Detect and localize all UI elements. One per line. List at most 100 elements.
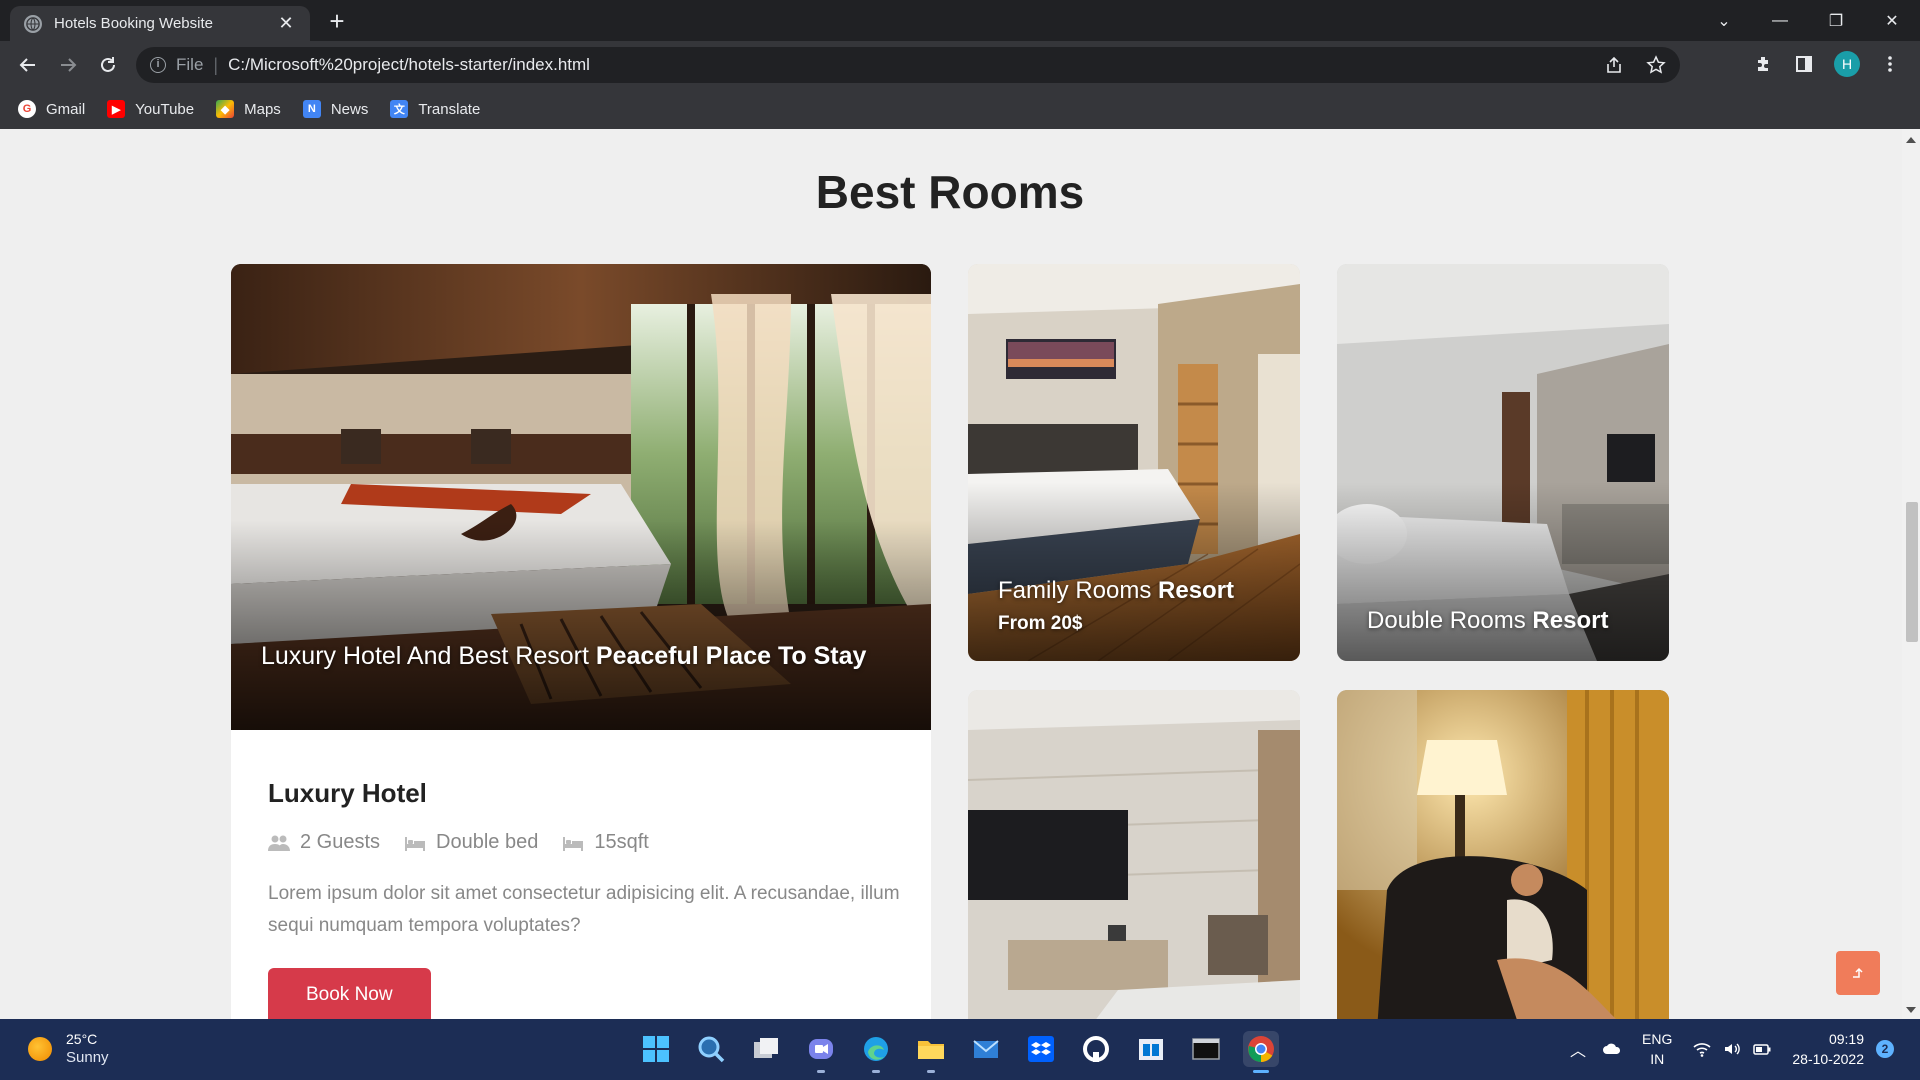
- book-now-button[interactable]: Book Now: [268, 968, 431, 1019]
- minimize-button[interactable]: —: [1752, 12, 1808, 30]
- bookmark-maps[interactable]: ◆ Maps: [216, 100, 281, 118]
- size-label: 15sqft: [594, 831, 649, 853]
- share-icon[interactable]: [1604, 55, 1624, 75]
- search-button[interactable]: [693, 1031, 729, 1067]
- mail-icon: [973, 1040, 999, 1058]
- notification-badge[interactable]: 2: [1876, 1040, 1894, 1058]
- double-rooms-caption: Double Rooms Resort: [1367, 607, 1608, 635]
- show-hidden-icons-icon[interactable]: ︿: [1570, 1037, 1586, 1061]
- bookmark-gmail[interactable]: G Gmail: [18, 100, 85, 118]
- task-view-icon: [754, 1038, 778, 1058]
- running-indicator: [817, 1070, 825, 1073]
- github-button[interactable]: [1078, 1031, 1114, 1067]
- new-tab-button[interactable]: +: [322, 8, 352, 36]
- toolbar-right: H: [1754, 51, 1900, 77]
- menu-kebab-icon[interactable]: [1880, 54, 1900, 74]
- guests-meta: 2 Guests: [268, 831, 380, 854]
- forward-button[interactable]: [54, 51, 82, 79]
- room-card-3[interactable]: [968, 690, 1300, 1019]
- edge-icon: [864, 1037, 888, 1061]
- clock-date: 28-10-2022: [1792, 1051, 1864, 1067]
- close-window-button[interactable]: ✕: [1864, 11, 1920, 31]
- family-rooms-card[interactable]: Family Rooms Resort From 20$: [968, 264, 1300, 661]
- sun-icon: [28, 1036, 52, 1061]
- input-language[interactable]: ENG IN: [1642, 1029, 1672, 1069]
- side-panel-icon[interactable]: [1794, 54, 1814, 74]
- scroll-down-arrow-icon[interactable]: [1906, 1007, 1916, 1013]
- size-meta: 15sqft: [562, 831, 649, 854]
- file-explorer-button[interactable]: [913, 1031, 949, 1073]
- gmail-icon: G: [18, 100, 36, 118]
- browser-tab[interactable]: Hotels Booking Website ✕: [10, 6, 310, 41]
- edge-button[interactable]: [858, 1031, 894, 1073]
- start-button[interactable]: [638, 1031, 674, 1067]
- address-bar[interactable]: i File | C:/Microsoft%20project/hotels-s…: [136, 47, 1680, 83]
- section-title: Best Rooms: [815, 166, 1085, 218]
- url-scheme-label: File: [176, 55, 204, 74]
- caption-bold-text: Peaceful Place To Stay: [595, 642, 867, 670]
- store-button[interactable]: [1133, 1031, 1169, 1067]
- tab-search-icon[interactable]: ⌄: [1696, 11, 1752, 31]
- forward-arrow-icon: [61, 58, 77, 72]
- featured-room-card: Luxury Hotel And Best Resort Peaceful Pl…: [231, 264, 931, 1019]
- double-rooms-card[interactable]: Double Rooms Resort: [1337, 264, 1669, 661]
- profile-avatar[interactable]: H: [1834, 51, 1860, 77]
- bookmark-news[interactable]: N News: [302, 100, 369, 118]
- battery-icon[interactable]: [1752, 1039, 1772, 1059]
- wifi-icon[interactable]: [1692, 1039, 1712, 1059]
- url-text[interactable]: C:/Microsoft%20project/hotels-starter/in…: [228, 55, 590, 75]
- teams-chat-button[interactable]: [803, 1031, 839, 1073]
- teams-chat-icon: [809, 1039, 833, 1059]
- bookmarks-bar: G Gmail ▶ YouTube ◆ Maps N News 文 Transl…: [0, 89, 1920, 129]
- mail-button[interactable]: [968, 1031, 1004, 1067]
- windows-logo-icon: [643, 1036, 669, 1062]
- running-indicator: [1253, 1070, 1269, 1073]
- onedrive-cloud-icon[interactable]: [1602, 1039, 1622, 1059]
- family-rooms-caption: Family Rooms Resort From 20$: [998, 577, 1234, 635]
- bookmark-star-icon[interactable]: [1646, 55, 1666, 75]
- volume-icon[interactable]: [1722, 1039, 1742, 1059]
- room-meta: 2 Guests Double bed 15sqft: [268, 831, 908, 854]
- news-icon: N: [302, 100, 321, 118]
- caption-plain-text: Luxury Hotel And Best Resort: [261, 642, 596, 670]
- site-info-icon[interactable]: i: [150, 57, 166, 73]
- url-separator: |: [213, 54, 219, 75]
- featured-card-body: Luxury Hotel 2 Guests Double bed 15sqft …: [268, 778, 908, 1019]
- featured-room-image: Luxury Hotel And Best Resort Peaceful Pl…: [231, 264, 931, 730]
- family-rooms-price: From 20$: [998, 613, 1083, 634]
- tab-title: Hotels Booking Website: [54, 15, 213, 32]
- window-controls: ⌄ — ❐ ✕: [1696, 0, 1920, 41]
- scroll-up-arrow-icon[interactable]: [1906, 137, 1916, 143]
- clock[interactable]: 09:19 28-10-2022: [1792, 1029, 1864, 1069]
- page-scrollbar[interactable]: [1902, 129, 1920, 1019]
- bookmark-label: News: [330, 100, 369, 118]
- bookmark-label: Translate: [418, 100, 481, 118]
- dropbox-button[interactable]: [1023, 1031, 1059, 1067]
- store-icon: [1139, 1039, 1163, 1060]
- scroll-to-top-button[interactable]: [1836, 951, 1880, 995]
- room-card-4[interactable]: [1337, 690, 1669, 1019]
- browser-tab-strip: Hotels Booking Website ✕ + ⌄ — ❐ ✕: [0, 0, 1920, 41]
- scrollbar-thumb[interactable]: [1906, 502, 1918, 642]
- terminal-icon: [1192, 1038, 1220, 1060]
- restore-button[interactable]: ❐: [1808, 11, 1864, 31]
- weather-widget[interactable]: 25°C Sunny: [28, 1031, 109, 1066]
- title-plain: Double Rooms: [1367, 607, 1533, 634]
- title-bold: Resort: [1532, 607, 1609, 634]
- featured-image-caption: Luxury Hotel And Best Resort Peaceful Pl…: [261, 642, 866, 671]
- terminal-button[interactable]: [1188, 1031, 1224, 1067]
- reload-button[interactable]: [94, 51, 122, 79]
- task-view-button[interactable]: [748, 1031, 784, 1067]
- chrome-button[interactable]: [1243, 1031, 1279, 1073]
- bookmark-translate[interactable]: 文 Translate: [390, 100, 480, 118]
- search-icon: [698, 1036, 725, 1063]
- bookmark-youtube[interactable]: ▶ YouTube: [107, 100, 194, 118]
- dropbox-icon: [1028, 1036, 1054, 1062]
- tab-close-icon[interactable]: ✕: [276, 13, 296, 34]
- extensions-icon[interactable]: [1754, 54, 1774, 74]
- users-icon: [268, 835, 290, 851]
- bookmark-label: YouTube: [135, 100, 195, 118]
- back-button[interactable]: [14, 51, 42, 79]
- folder-icon: [918, 1041, 944, 1059]
- back-arrow-icon: [19, 58, 35, 72]
